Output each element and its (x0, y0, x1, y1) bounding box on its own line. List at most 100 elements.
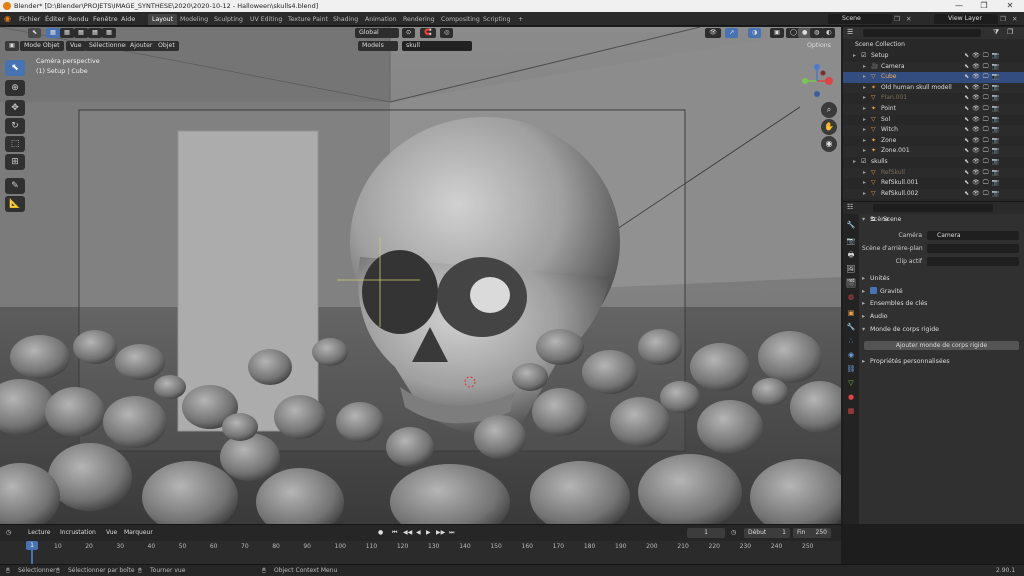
orientation-selector[interactable]: Global (355, 28, 399, 38)
proportional-edit-icon[interactable]: ◎ (440, 28, 454, 38)
select-tool-icon[interactable]: ⬉ (5, 60, 25, 76)
outliner-row[interactable]: ▸ 🎥 Camera ⬉👁🖵📷 (843, 61, 1024, 73)
outliner-editor-icon[interactable]: ☰ (847, 28, 853, 36)
pan-view-icon[interactable]: ✋ (821, 119, 837, 135)
expand-arrow-icon[interactable]: ▸ (853, 51, 856, 62)
outliner-row[interactable]: ▸ ✦ Point ⬉👁🖵📷 (843, 104, 1024, 115)
menu-timeline-view[interactable]: Vue (106, 528, 117, 538)
visibility-toggles-icon[interactable]: ⬉👁🖵📷 (964, 157, 1002, 168)
next-keyframe-icon[interactable]: ▶▶ (436, 528, 445, 538)
outliner-row[interactable]: ▸ ▽ Plan.001 ⬉👁🖵📷 (843, 93, 1024, 104)
minimize-button[interactable]: — (948, 0, 970, 12)
expand-arrow-icon[interactable]: ▸ (863, 83, 866, 94)
select-subtract-icon[interactable]: ▦ (74, 28, 88, 38)
menu-window[interactable]: Fenêtre (93, 12, 118, 26)
play-icon[interactable]: ▶ (426, 528, 431, 538)
menu-keying[interactable]: Incrustation (60, 528, 96, 538)
world-tab-icon[interactable]: ◍ (846, 292, 856, 302)
cursor-tool-icon[interactable]: ⊕ (5, 80, 25, 96)
camera-view-icon[interactable]: ◉ (821, 136, 837, 152)
close-button[interactable]: ✕ (999, 0, 1021, 12)
maximize-button[interactable]: ❐ (973, 0, 995, 12)
outliner-row[interactable]: ▸ ▽ Cube ⬉👁🖵📷 (843, 72, 1024, 83)
outliner-row[interactable]: ▸ ✦ Zone.001 ⬉👁🖵📷 (843, 146, 1024, 157)
outliner-row[interactable]: ▸ ▽ RefSkull.002 ⬉👁🖵📷 (843, 188, 1024, 200)
options-button[interactable]: Options (803, 41, 835, 51)
particles-tab-icon[interactable]: ∴ (846, 336, 856, 346)
end-frame-field[interactable]: Fin 250 (793, 528, 831, 538)
object-tab-icon[interactable]: ▣ (846, 308, 856, 318)
visibility-toggles-icon[interactable]: ⬉👁🖵📷 (964, 115, 1002, 126)
menu-file[interactable]: Fichier (19, 12, 40, 26)
data-tab-icon[interactable]: ▽ (846, 378, 856, 388)
gizmo-icon[interactable]: ↗ (725, 28, 739, 38)
visibility-toggles-icon[interactable]: ⬉👁🖵📷 (964, 125, 1002, 136)
outliner-row[interactable]: ▸ ☑ skulls ⬉👁🖵📷 (843, 157, 1024, 168)
visibility-toggles-icon[interactable]: ⬉👁🖵📷 (964, 146, 1002, 157)
rendered-shading-icon[interactable]: ◐ (822, 28, 836, 38)
menu-help[interactable]: Aide (121, 12, 135, 26)
start-frame-field[interactable]: Début 1 (744, 528, 790, 538)
expand-arrow-icon[interactable]: ▸ (863, 189, 866, 200)
3d-viewport[interactable]: Caméra perspective (1) Setup | Cube ⬉ ⊕ … (0, 27, 841, 524)
pivot-point-icon[interactable]: ⊙ (402, 28, 416, 38)
tool-tab-icon[interactable]: 🔧 (846, 220, 856, 230)
transform-tool-icon[interactable]: ⊞ (5, 154, 25, 170)
record-icon[interactable]: ● (378, 528, 383, 538)
annotate-tool-icon[interactable]: ✎ (5, 178, 25, 194)
render-tab-icon[interactable]: 📷 (846, 236, 856, 246)
section-rigid-body-world[interactable]: ▾ Monde de corps rigide (862, 326, 939, 333)
constraints-tab-icon[interactable]: ⛓ (846, 364, 856, 374)
outliner-row[interactable]: ▸ ☑ Setup ⬉👁🖵📷 (843, 51, 1024, 62)
section-keying-sets[interactable]: ▸ Ensembles de clés (862, 300, 927, 307)
add-rigid-body-world-button[interactable]: Ajouter monde de corps rigide (864, 341, 1019, 350)
tab-shading[interactable]: Shading (329, 14, 362, 25)
current-frame-marker[interactable]: 1 (26, 541, 38, 550)
expand-arrow-icon[interactable]: ▸ (863, 178, 866, 189)
visibility-toggles-icon[interactable]: ⬉👁🖵📷 (964, 72, 1002, 83)
visibility-toggles-icon[interactable]: ⬉👁🖵📷 (964, 189, 1002, 200)
overlay-icon[interactable]: ◑ (748, 28, 762, 38)
texture-tab-icon[interactable]: ▦ (846, 406, 856, 416)
snap-icon[interactable]: 🧲 (420, 28, 436, 38)
search-input[interactable]: skull (402, 41, 472, 51)
expand-arrow-icon[interactable]: ▸ (863, 125, 866, 136)
select-new-icon[interactable]: ▦ (46, 28, 60, 38)
rotate-tool-icon[interactable]: ↻ (5, 118, 25, 134)
select-intersect-icon[interactable]: ▦ (102, 28, 116, 38)
physics-tab-icon[interactable]: ◉ (846, 350, 856, 360)
section-scene[interactable]: ▾ Scène (862, 216, 889, 223)
outliner-row[interactable]: ▸ ▽ Witch ⬉👁🖵📷 (843, 125, 1024, 136)
active-clip-field[interactable] (927, 257, 1019, 266)
outliner-row[interactable]: ▸ ▽ RefSkull ⬉👁🖵📷 (843, 167, 1024, 179)
outliner-row[interactable]: ▸ ▽ RefSkull.001 ⬉👁🖵📷 (843, 178, 1024, 189)
jump-end-icon[interactable]: ⏭ (449, 528, 454, 538)
tab-animation[interactable]: Animation (361, 14, 401, 25)
camera-field[interactable]: Camera (927, 231, 1019, 240)
delete-scene-icon[interactable]: ✕ (906, 12, 911, 26)
visibility-toggles-icon[interactable]: ⬉👁🖵📷 (964, 178, 1002, 189)
models-dropdown[interactable]: Models (358, 41, 398, 51)
mode-selector[interactable]: Mode Objet (20, 41, 64, 51)
tab-uv-editing[interactable]: UV Editing (246, 14, 286, 25)
new-scene-icon[interactable]: ❐ (894, 12, 900, 26)
material-tab-icon[interactable]: ● (846, 392, 856, 402)
preview-range-icon[interactable]: ◷ (731, 528, 736, 538)
outliner-panel[interactable]: ☰ ⧩ ❐ Scene Collection ▸ ☑ Setup ⬉👁🖵📷 ▸ 🎥 Came… (843, 27, 1024, 201)
scene-tab-icon[interactable]: 🎬 (846, 278, 856, 288)
playhead-line[interactable] (31, 550, 33, 565)
outliner-search-input[interactable] (863, 29, 981, 37)
outliner-row[interactable]: ▸ ✦ Zone ⬉👁🖵📷 (843, 136, 1024, 147)
expand-arrow-icon[interactable]: ▸ (863, 62, 866, 73)
select-invert-icon[interactable]: ▦ (88, 28, 102, 38)
menu-edit[interactable]: Éditer (45, 12, 64, 26)
gravity-checkbox[interactable] (870, 287, 877, 294)
outliner-row[interactable]: ▸ ▽ Sol ⬉👁🖵📷 (843, 115, 1024, 126)
menu-marker[interactable]: Marqueur (124, 528, 153, 538)
visibility-icon[interactable]: 👁 (705, 28, 721, 38)
expand-arrow-icon[interactable]: ▸ (853, 157, 856, 168)
prev-keyframe-icon[interactable]: ◀◀ (403, 528, 412, 538)
scene-selector[interactable]: Scene (828, 14, 892, 24)
scale-tool-icon[interactable]: ⬚ (5, 136, 25, 152)
expand-arrow-icon[interactable]: ▸ (863, 72, 866, 83)
